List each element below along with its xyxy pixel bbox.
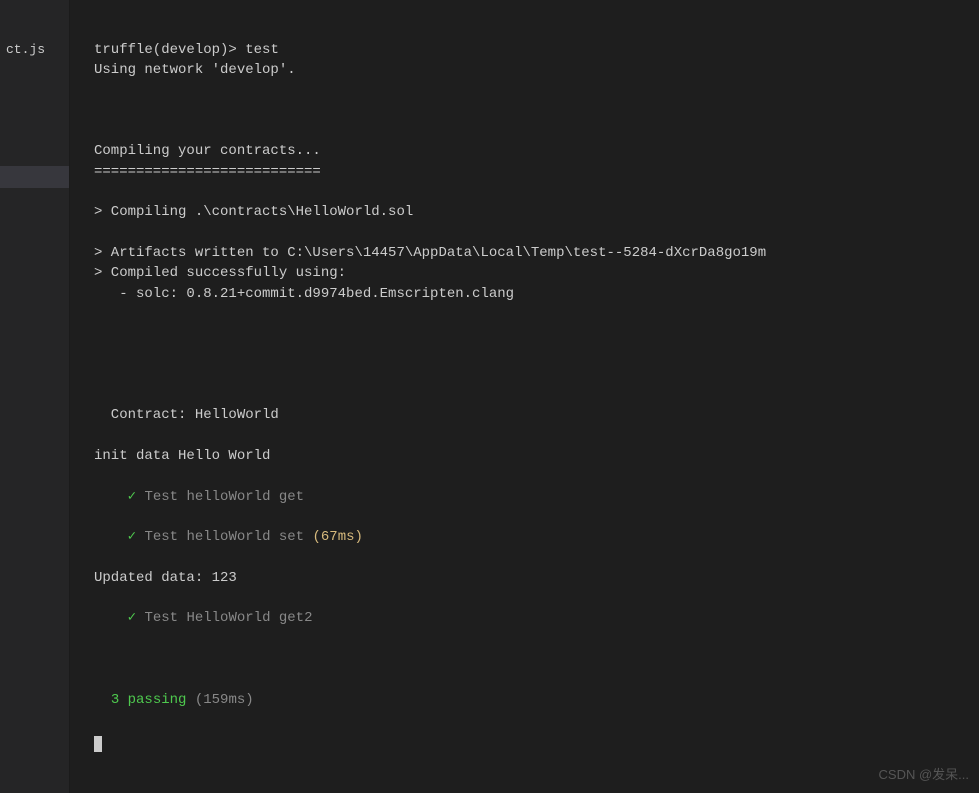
passing-text: passing bbox=[119, 692, 186, 708]
contract-header: Contract: HelloWorld bbox=[94, 405, 959, 425]
test-result-1: ✓ Test helloWorld get bbox=[94, 487, 959, 507]
blank-line bbox=[94, 710, 959, 730]
compile-file-line: > Compiling .\contracts\HelloWorld.sol bbox=[94, 202, 959, 222]
cursor-line bbox=[94, 730, 959, 754]
blank-line bbox=[94, 101, 959, 121]
check-icon: ✓ bbox=[128, 489, 136, 505]
compiling-separator: =========================== bbox=[94, 162, 959, 182]
prompt-line: truffle(develop)> test bbox=[94, 40, 959, 60]
command-text: test bbox=[245, 42, 279, 58]
blank-line bbox=[94, 344, 959, 364]
sidebar-file-item[interactable]: ct.js bbox=[0, 40, 51, 59]
check-icon: ✓ bbox=[128, 529, 136, 545]
watermark: CSDN @发呆... bbox=[879, 764, 969, 783]
blank-line bbox=[94, 547, 959, 567]
prompt: truffle(develop)> bbox=[94, 42, 245, 58]
blank-line bbox=[94, 588, 959, 608]
test-label: Test HelloWorld get2 bbox=[136, 610, 312, 626]
blank-line bbox=[94, 304, 959, 324]
check-icon: ✓ bbox=[128, 610, 136, 626]
passing-summary: 3 passing (159ms) bbox=[94, 690, 959, 710]
passing-count: 3 bbox=[111, 692, 119, 708]
network-line: Using network 'develop'. bbox=[94, 60, 959, 80]
blank-line bbox=[94, 426, 959, 446]
compiling-header: Compiling your contracts... bbox=[94, 141, 959, 161]
blank-line bbox=[94, 669, 959, 689]
blank-line bbox=[94, 223, 959, 243]
terminal-cursor bbox=[94, 736, 102, 752]
blank-line bbox=[94, 81, 959, 101]
init-data-line: init data Hello World bbox=[94, 446, 959, 466]
blank-line bbox=[94, 466, 959, 486]
test-result-3: ✓ Test HelloWorld get2 bbox=[94, 608, 959, 628]
blank-line bbox=[94, 121, 959, 141]
blank-line bbox=[94, 324, 959, 344]
blank-line bbox=[94, 365, 959, 385]
blank-line bbox=[94, 182, 959, 202]
compiled-success-line: > Compiled successfully using: bbox=[94, 263, 959, 283]
updated-data-line: Updated data: 123 bbox=[94, 568, 959, 588]
blank-line bbox=[94, 507, 959, 527]
test-label: Test helloWorld get bbox=[136, 489, 304, 505]
artifacts-line: > Artifacts written to C:\Users\14457\Ap… bbox=[94, 243, 959, 263]
blank-line bbox=[94, 629, 959, 649]
blank-line bbox=[94, 649, 959, 669]
solc-version-line: - solc: 0.8.21+commit.d9974bed.Emscripte… bbox=[94, 284, 959, 304]
terminal-panel[interactable]: truffle(develop)> test Using network 'de… bbox=[70, 0, 979, 793]
test-result-2: ✓ Test helloWorld set (67ms) bbox=[94, 527, 959, 547]
test-time: (67ms) bbox=[312, 529, 362, 545]
passing-time: (159ms) bbox=[186, 692, 253, 708]
blank-line bbox=[94, 385, 959, 405]
test-label: Test helloWorld set bbox=[136, 529, 312, 545]
sidebar-selection[interactable] bbox=[0, 166, 69, 188]
sidebar: ct.js bbox=[0, 0, 70, 793]
